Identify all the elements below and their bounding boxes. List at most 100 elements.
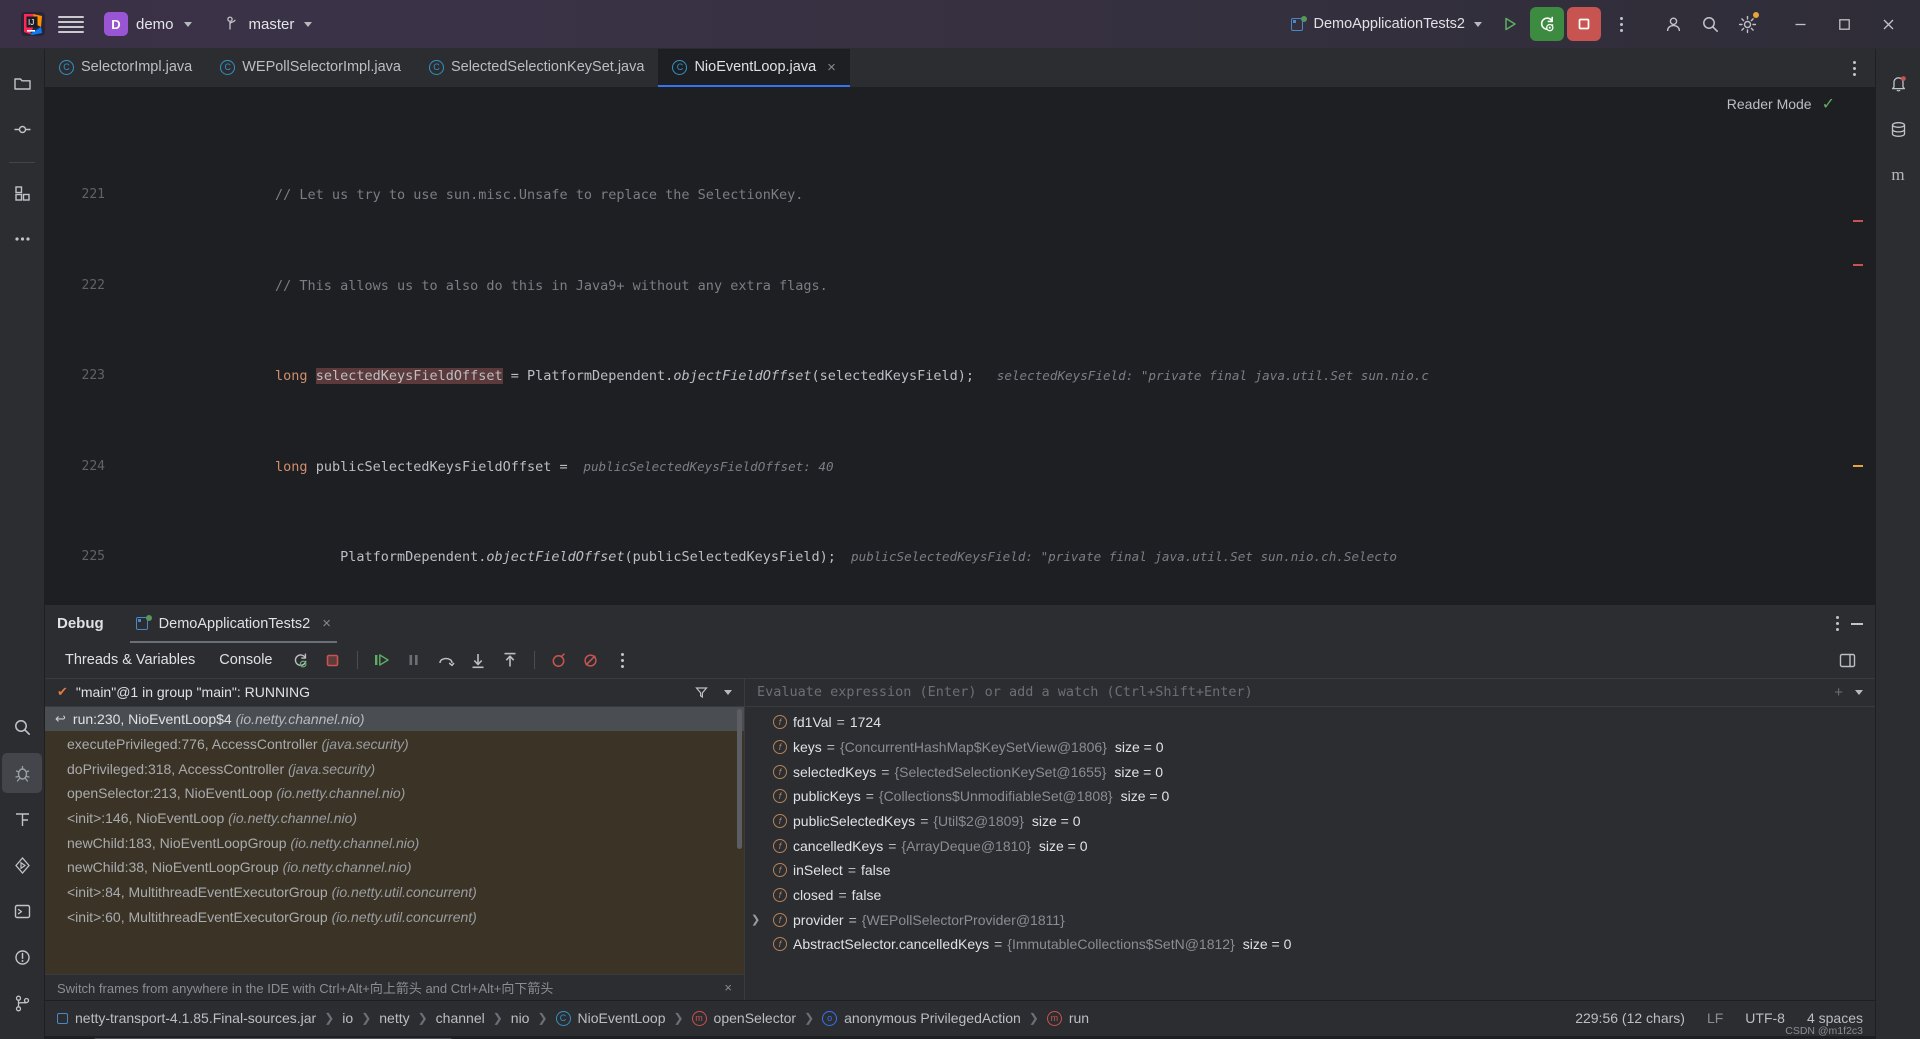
sidebar-item-database[interactable] [1878,109,1918,149]
stop-button[interactable] [320,647,346,673]
sidebar-item-project[interactable] [2,63,42,103]
variable-row[interactable]: f fd1Val = 1724 [745,710,1875,735]
tab-console[interactable]: Console [207,652,284,668]
reader-mode-indicator[interactable]: Reader Mode ✓ [1727,94,1835,114]
step-into-button[interactable] [465,647,491,673]
sidebar-item-more[interactable] [2,219,42,259]
close-hint-icon[interactable]: × [724,980,732,995]
variable-row[interactable]: f cancelledKeys = {ArrayDeque@1810} size… [745,833,1875,858]
editor-tab-nioeventloop[interactable]: C NioEventLoop.java × [658,49,850,87]
breadcrumb-method-run[interactable]: m run [1046,1010,1089,1026]
sidebar-item-search[interactable] [2,707,42,747]
sidebar-item-terminal[interactable] [2,891,42,931]
sidebar-item-run[interactable] [2,845,42,885]
editor-tab-wepollselectorimpl[interactable]: C WEPollSelectorImpl.java [206,49,415,87]
settings-button[interactable] [1730,7,1764,41]
more-actions-button[interactable] [1604,7,1638,41]
breadcrumb-method-openselector[interactable]: m openSelector [691,1010,796,1026]
editor-tab-selectorimpl[interactable]: C SelectorImpl.java [45,49,206,87]
resume-program-button[interactable] [369,647,395,673]
breadcrumb-channel[interactable]: channel [436,1010,485,1026]
file-encoding[interactable]: UTF-8 [1745,1010,1785,1026]
hide-tool-window-icon[interactable] [1851,622,1863,625]
stop-button[interactable] [1567,7,1601,41]
add-watch-icon[interactable]: + [1834,684,1843,701]
main-menu-button[interactable] [58,11,84,37]
minimize-window-button[interactable] [1778,5,1822,43]
evaluate-expression-input[interactable] [757,684,1825,701]
variable-row[interactable]: f selectedKeys = {SelectedSelectionKeySe… [745,759,1875,784]
sidebar-item-structure-panel[interactable] [2,799,42,839]
variable-row[interactable]: f closed = false [745,883,1875,908]
breadcrumb-jar[interactable]: netty-transport-4.1.85.Final-sources.jar [57,1010,316,1026]
variable-row[interactable]: f publicKeys = {Collections$Unmodifiable… [745,784,1875,809]
sidebar-item-structure[interactable] [2,173,42,213]
run-button[interactable] [1493,7,1527,41]
close-window-button[interactable] [1866,5,1910,43]
pause-program-button[interactable] [401,647,427,673]
chevron-down-icon[interactable] [724,689,732,695]
breadcrumb-anonymous-class[interactable]: o anonymous PrivilegedAction [822,1010,1021,1026]
frames-list[interactable]: ↩ run:230, NioEventLoop$4 (io.netty.chan… [45,706,744,974]
frame-row[interactable]: doPrivileged:318, AccessController (java… [45,756,744,781]
debug-session-tab[interactable]: DemoApplicationTests2 × [129,605,338,643]
sidebar-item-commit[interactable] [2,109,42,149]
chevron-down-icon[interactable] [1855,689,1863,695]
sidebar-item-problems[interactable] [2,937,42,977]
sidebar-item-notifications[interactable] [1878,63,1918,103]
step-out-button[interactable] [497,647,523,673]
tab-threads-and-variables[interactable]: Threads & Variables [57,652,207,668]
indent-setting[interactable]: 4 spaces [1807,1010,1863,1026]
editor-tab-selectedselectionkeyset[interactable]: C SelectedSelectionKeySet.java [415,49,658,87]
mute-breakpoints-button[interactable] [578,647,604,673]
close-session-tab-icon[interactable]: × [322,616,331,631]
maximize-window-button[interactable] [1822,5,1866,43]
error-stripe-mark[interactable] [1853,264,1863,266]
error-stripe-mark[interactable] [1853,220,1863,222]
frame-row[interactable]: executePrivileged:776, AccessController … [45,731,744,756]
variable-row[interactable]: f keys = {ConcurrentHashMap$KeySetView@1… [745,734,1875,759]
search-everywhere-button[interactable] [1693,7,1727,41]
frames-scrollbar[interactable] [737,708,742,849]
frame-row[interactable]: <init>:60, MultithreadEventExecutorGroup… [45,904,744,929]
rerun-debug-button[interactable] [288,647,314,673]
code-editor[interactable]: Reader Mode ✓ 221 // Let us try to use s… [45,88,1875,604]
run-configuration-selector[interactable]: DemoApplicationTests2 [1283,12,1490,36]
error-stripe-mark[interactable] [1853,465,1863,467]
breadcrumb-netty[interactable]: netty [379,1010,409,1026]
account-button[interactable] [1656,7,1690,41]
caret-position[interactable]: 229:56 (12 chars) [1575,1010,1685,1026]
sidebar-item-maven[interactable]: m [1878,155,1918,195]
thread-selector[interactable]: ✔ "main"@1 in group "main": RUNNING [45,679,744,707]
variable-row[interactable]: f publicSelectedKeys = {Util$2@1809} siz… [745,809,1875,834]
breadcrumb-nio[interactable]: nio [511,1010,530,1026]
expand-chevron-icon[interactable]: ❯ [751,913,760,926]
rerun-debug-button[interactable] [1530,7,1564,41]
more-debug-options-button[interactable] [610,647,636,673]
filter-icon[interactable] [695,686,708,699]
frame-row[interactable]: newChild:183, NioEventLoopGroup (io.nett… [45,830,744,855]
frame-row[interactable]: newChild:38, NioEventLoopGroup (io.netty… [45,855,744,880]
sidebar-item-git[interactable] [2,983,42,1023]
frame-row[interactable]: openSelector:213, NioEventLoop (io.netty… [45,781,744,806]
layout-settings-button[interactable] [1834,647,1860,673]
project-selector[interactable]: D demo [100,9,200,39]
variable-row-expandable[interactable]: ❯ f provider = {WEPollSelectorProvider@1… [745,907,1875,932]
frame-row[interactable]: <init>:84, MultithreadEventExecutorGroup… [45,880,744,905]
editor-tab-options-button[interactable] [1841,55,1867,81]
breadcrumb-io[interactable]: io [342,1010,353,1026]
variable-row[interactable]: f AbstractSelector.cancelledKeys = {Immu… [745,932,1875,957]
breadcrumb-class[interactable]: C NioEventLoop [555,1010,665,1026]
variable-row[interactable]: f inSelect = false [745,858,1875,883]
line-separator[interactable]: LF [1707,1010,1723,1026]
sidebar-item-debug[interactable] [2,753,42,793]
frame-row[interactable]: <init>:146, NioEventLoop (io.netty.chann… [45,806,744,831]
variables-list[interactable]: f fd1Val = 1724 f keys = {ConcurrentHash… [745,706,1875,1000]
branch-selector[interactable]: master [218,13,321,36]
evaluate-expression-bar[interactable]: + [745,679,1875,707]
step-over-button[interactable] [433,647,459,673]
close-tab-icon[interactable]: × [827,60,836,75]
view-breakpoints-button[interactable] [546,647,572,673]
debug-options-icon[interactable] [1836,616,1839,632]
frame-row[interactable]: ↩ run:230, NioEventLoop$4 (io.netty.chan… [45,706,744,732]
